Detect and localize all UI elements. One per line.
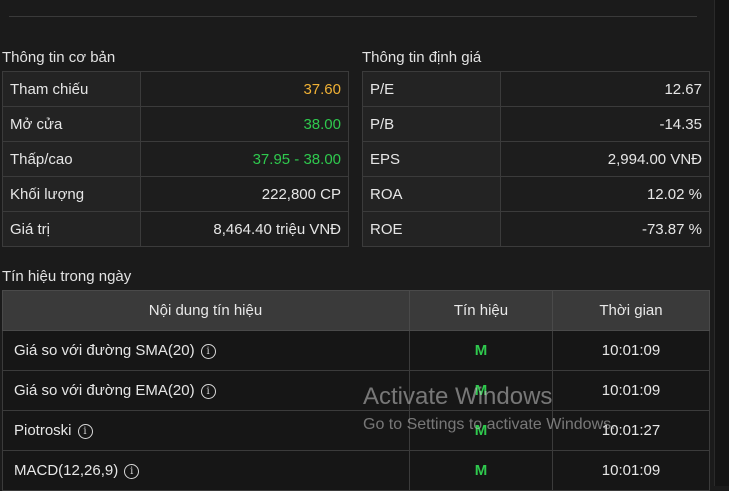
valuation-label-roe: ROE xyxy=(362,211,501,247)
table-row: Thấp/cao 37.95 - 38.00 xyxy=(2,141,349,177)
table-row: ROE -73.87 % xyxy=(362,211,710,247)
signal-value: M xyxy=(409,450,553,491)
valuation-value-eps: 2,994.00 VNĐ xyxy=(500,141,710,177)
signal-time: 10:01:09 xyxy=(552,370,710,411)
table-row: Khối lượng 222,800 CP xyxy=(2,176,349,212)
basic-label-reference: Tham chiếu xyxy=(2,71,141,107)
basic-label-volume: Khối lượng xyxy=(2,176,141,212)
table-header-row: Nội dung tín hiệu Tín hiệu Thời gian xyxy=(2,290,710,331)
table-row: Piotroski i M 10:01:27 xyxy=(2,410,710,451)
table-row: P/E 12.67 xyxy=(362,71,710,107)
valuation-info-title: Thông tin định giá xyxy=(362,49,482,66)
table-row: Mở cửa 38.00 xyxy=(2,106,349,142)
basic-label-open: Mở cửa xyxy=(2,106,141,142)
table-row: EPS 2,994.00 VNĐ xyxy=(362,141,710,177)
info-icon[interactable]: i xyxy=(200,343,216,359)
info-icon[interactable]: i xyxy=(124,463,140,479)
valuation-value-roa: 12.02 % xyxy=(500,176,710,212)
basic-label-value: Giá trị xyxy=(2,211,141,247)
signal-content-text: Giá so với đường SMA(20) xyxy=(14,342,195,359)
table-row: Giá so với đường EMA(20) i M 10:01:09 xyxy=(2,370,710,411)
signal-content-cell: Giá so với đường EMA(20) i xyxy=(2,370,410,411)
valuation-value-roe: -73.87 % xyxy=(500,211,710,247)
table-row: Giá trị 8,464.40 triệu VNĐ xyxy=(2,211,349,247)
signal-content-cell: Piotroski i xyxy=(2,410,410,451)
info-icon[interactable]: i xyxy=(200,383,216,399)
signal-time: 10:01:09 xyxy=(552,450,710,491)
header-signal-content[interactable]: Nội dung tín hiệu xyxy=(2,290,410,331)
valuation-label-eps: EPS xyxy=(362,141,501,177)
signal-content-text: MACD(12,26,9) xyxy=(14,462,119,479)
basic-label-low-high: Thấp/cao xyxy=(2,141,141,177)
valuation-value-pb: -14.35 xyxy=(500,106,710,142)
signal-content-text: Giá so với đường EMA(20) xyxy=(14,382,195,399)
intraday-signals-title: Tín hiệu trong ngày xyxy=(2,268,132,285)
table-row: MACD(12,26,9) i M 10:01:09 xyxy=(2,450,710,491)
signal-content-text: Piotroski xyxy=(14,422,72,439)
signals-table: Nội dung tín hiệu Tín hiệu Thời gian Giá… xyxy=(2,290,710,491)
scrollbar-track[interactable] xyxy=(714,0,729,486)
signal-time: 10:01:09 xyxy=(552,330,710,371)
basic-value-low-high: 37.95 - 38.00 xyxy=(140,141,349,177)
basic-value-value: 8,464.40 triệu VNĐ xyxy=(140,211,349,247)
signal-value: M xyxy=(409,370,553,411)
basic-value-open: 38.00 xyxy=(140,106,349,142)
signal-content-cell: MACD(12,26,9) i xyxy=(2,450,410,491)
header-time[interactable]: Thời gian xyxy=(552,290,710,331)
basic-value-volume: 222,800 CP xyxy=(140,176,349,212)
table-row: Tham chiếu 37.60 xyxy=(2,71,349,107)
signal-content-cell: Giá so với đường SMA(20) i xyxy=(2,330,410,371)
info-icon[interactable]: i xyxy=(77,423,93,439)
valuation-value-pe: 12.67 xyxy=(500,71,710,107)
valuation-info-table: P/E 12.67 P/B -14.35 EPS 2,994.00 VNĐ RO… xyxy=(362,71,710,247)
valuation-label-pe: P/E xyxy=(362,71,501,107)
basic-value-reference: 37.60 xyxy=(140,71,349,107)
divider xyxy=(9,16,697,17)
basic-info-table: Tham chiếu 37.60 Mở cửa 38.00 Thấp/cao 3… xyxy=(2,71,349,247)
header-signal[interactable]: Tín hiệu xyxy=(409,290,553,331)
table-row: Giá so với đường SMA(20) i M 10:01:09 xyxy=(2,330,710,371)
valuation-label-pb: P/B xyxy=(362,106,501,142)
signal-value: M xyxy=(409,410,553,451)
table-row: P/B -14.35 xyxy=(362,106,710,142)
signal-time: 10:01:27 xyxy=(552,410,710,451)
signal-value: M xyxy=(409,330,553,371)
basic-info-title: Thông tin cơ bản xyxy=(2,49,116,66)
valuation-label-roa: ROA xyxy=(362,176,501,212)
table-row: ROA 12.02 % xyxy=(362,176,710,212)
